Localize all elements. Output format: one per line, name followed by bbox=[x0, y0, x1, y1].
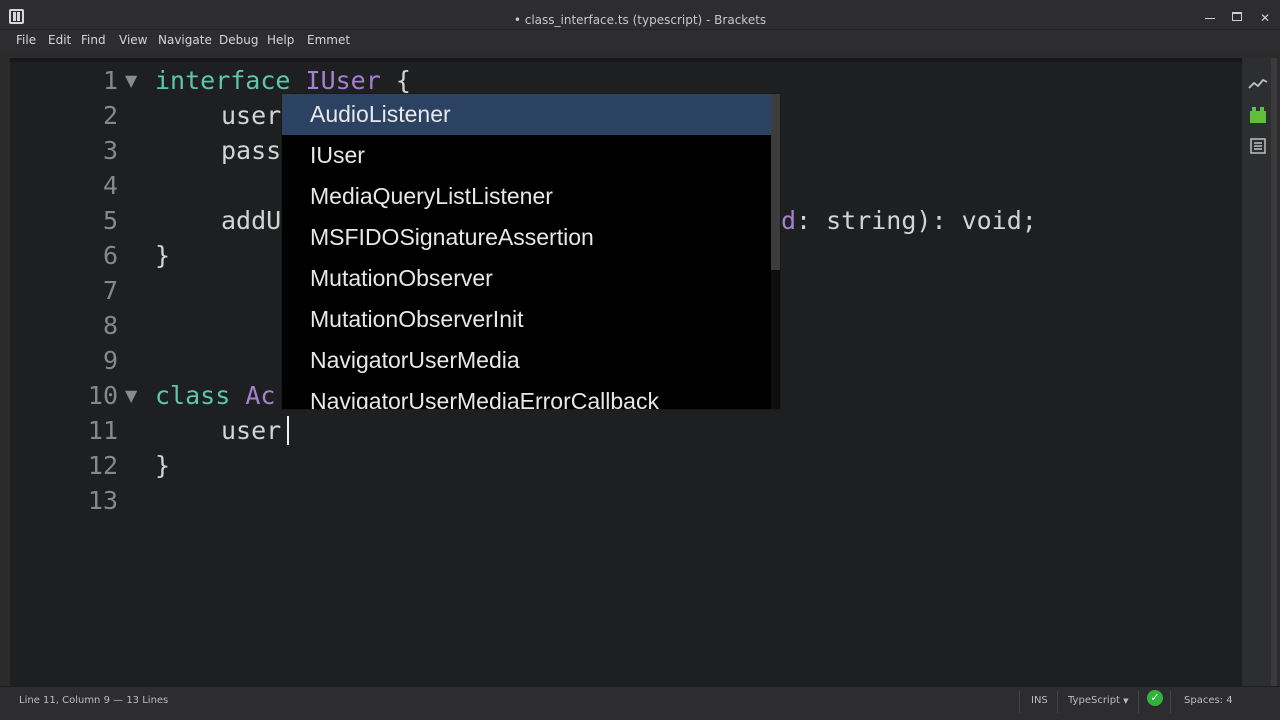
line-number: 2 bbox=[102, 101, 118, 130]
menu-file[interactable]: File bbox=[16, 30, 36, 52]
live-preview-icon[interactable] bbox=[1248, 74, 1268, 94]
extension-manager-icon[interactable] bbox=[1248, 105, 1268, 125]
line-number: 6 bbox=[102, 241, 118, 270]
line-count: 13 Lines bbox=[126, 695, 169, 706]
hint-item[interactable]: MSFIDOSignatureAssertion bbox=[282, 217, 771, 258]
status-divider bbox=[1057, 691, 1058, 713]
minimize-icon bbox=[1205, 18, 1215, 19]
window-title: • class_interface.ts (typescript) - Brac… bbox=[513, 13, 767, 27]
code-line-5-param: d bbox=[781, 206, 797, 235]
keyword-token: class bbox=[155, 381, 231, 410]
hint-item[interactable]: NavigatorUserMediaErrorCallback bbox=[282, 381, 771, 409]
line-number: 9 bbox=[102, 346, 118, 375]
language-select[interactable]: TypeScript ▼ bbox=[1068, 687, 1129, 720]
type-token: Ac bbox=[245, 381, 276, 410]
code-line-5-start: addU bbox=[221, 206, 282, 235]
title-bar: • class_interface.ts (typescript) - Brac… bbox=[0, 0, 1280, 30]
line-number: 4 bbox=[102, 171, 118, 200]
menu-navigate[interactable]: Navigate bbox=[158, 30, 212, 52]
brace-token: { bbox=[395, 66, 411, 95]
hint-item[interactable]: NavigatorUserMedia bbox=[282, 340, 771, 381]
cursor-position-text: Line 11, Column 9 bbox=[19, 695, 110, 706]
file-outline-icon[interactable] bbox=[1248, 136, 1268, 156]
close-button[interactable]: ✕ bbox=[1254, 8, 1276, 28]
status-divider bbox=[1019, 691, 1020, 713]
menu-debug[interactable]: Debug bbox=[219, 30, 258, 52]
line-number: 3 bbox=[102, 136, 118, 165]
status-separator: — bbox=[113, 695, 124, 706]
menu-find[interactable]: Find bbox=[81, 30, 106, 52]
line-number: 1 bbox=[102, 66, 118, 95]
line-number: 7 bbox=[102, 276, 118, 305]
menu-help[interactable]: Help bbox=[267, 30, 294, 52]
status-divider bbox=[1170, 691, 1171, 713]
code-line-10: class Ac bbox=[155, 378, 275, 413]
line-number: 10 bbox=[87, 381, 118, 410]
code-line-6: } bbox=[155, 241, 171, 270]
code-line-12: } bbox=[155, 451, 171, 480]
code-line-2: user bbox=[221, 101, 282, 130]
indent-settings[interactable]: Spaces: 4 bbox=[1184, 687, 1233, 720]
code-line-11: user bbox=[221, 416, 282, 445]
code-line-3: pass bbox=[221, 136, 282, 165]
type-token: IUser bbox=[305, 66, 381, 95]
keyword-token: interface bbox=[155, 66, 291, 95]
code-line-5-rest: : string): void; bbox=[796, 206, 1037, 235]
menu-bar: File Edit Find View Navigate Debug Help … bbox=[0, 30, 1280, 52]
status-divider bbox=[1138, 691, 1139, 713]
hint-item[interactable]: IUser bbox=[282, 135, 771, 176]
hint-item[interactable]: MediaQueryListListener bbox=[282, 176, 771, 217]
hint-scroll-thumb[interactable] bbox=[771, 94, 780, 270]
hint-item[interactable]: MutationObserver bbox=[282, 258, 771, 299]
line-number: 11 bbox=[87, 416, 118, 445]
editor-scrollbar[interactable] bbox=[1271, 58, 1277, 686]
hint-item-selected[interactable]: AudioListener bbox=[282, 94, 771, 135]
chevron-down-icon: ▼ bbox=[1123, 697, 1129, 705]
line-number: 13 bbox=[87, 486, 118, 515]
fold-toggle-icon[interactable]: ▼ bbox=[125, 63, 139, 98]
line-number: 12 bbox=[87, 451, 118, 480]
fold-toggle-icon[interactable]: ▼ bbox=[125, 378, 139, 413]
line-number: 5 bbox=[102, 206, 118, 235]
menu-emmet[interactable]: Emmet bbox=[307, 30, 350, 52]
menu-view[interactable]: View bbox=[119, 30, 147, 52]
menu-edit[interactable]: Edit bbox=[48, 30, 71, 52]
code-hint-popup[interactable]: AudioListener IUser MediaQueryListListen… bbox=[281, 93, 781, 410]
editor-top-shadow bbox=[10, 58, 1242, 62]
maximize-icon bbox=[1232, 12, 1242, 21]
text-cursor bbox=[287, 416, 289, 445]
insert-mode-toggle[interactable]: INS bbox=[1031, 687, 1048, 720]
status-bar: Line 11, Column 9 — 13 Lines INS TypeScr… bbox=[0, 686, 1280, 720]
lint-ok-icon[interactable]: ✓ bbox=[1147, 690, 1163, 706]
language-label: TypeScript bbox=[1068, 695, 1120, 706]
line-number: 8 bbox=[102, 311, 118, 340]
cursor-position[interactable]: Line 11, Column 9 — 13 Lines bbox=[19, 687, 168, 720]
hint-item[interactable]: MutationObserverInit bbox=[282, 299, 771, 340]
